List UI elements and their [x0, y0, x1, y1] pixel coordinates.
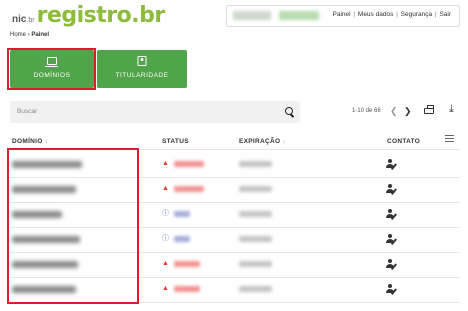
tab-titularidade-label: TITULARIDADE — [115, 72, 169, 79]
blurred-expiration-date — [239, 236, 272, 242]
column-header-contact: CONTATO — [387, 138, 421, 145]
blurred-status-text — [174, 186, 204, 192]
blurred-expiration-date — [239, 161, 272, 167]
logo-main: registro.br — [36, 3, 166, 28]
edit-contact-icon[interactable] — [386, 259, 398, 270]
top-header: nic .br registro.br Painel | Meus dados … — [0, 0, 468, 30]
highlight-box-domains — [7, 148, 139, 304]
nav-link-painel[interactable]: Painel — [333, 11, 351, 18]
highlight-box-tab — [7, 48, 96, 90]
warning-icon: ▲ — [162, 185, 169, 192]
print-icon[interactable] — [424, 105, 434, 114]
sort-arrow-icon: ↓ — [44, 138, 49, 145]
search-input[interactable]: Buscar — [10, 101, 300, 123]
registro-br-logo[interactable]: nic .br registro.br — [12, 3, 165, 28]
blurred-status-text — [174, 286, 200, 292]
blurred-status-text — [174, 161, 204, 167]
column-header-domain[interactable]: DOMÍNIO ↓ — [12, 138, 48, 145]
nav-link-seguranca[interactable]: Segurança — [401, 11, 432, 18]
pagination-range: 1-10 de 66 — [352, 108, 381, 114]
nav-link-meus-dados[interactable]: Meus dados — [358, 11, 393, 18]
tab-titularidade[interactable]: TITULARIDADE — [97, 50, 187, 88]
info-icon: ⓘ — [162, 210, 169, 217]
blurred-expiration-date — [239, 211, 272, 217]
breadcrumb-current: Painel — [31, 32, 50, 38]
blurred-status-text — [174, 211, 190, 217]
blurred-status-text — [174, 261, 200, 267]
blurred-expiration-date — [239, 261, 272, 267]
search-placeholder: Buscar — [17, 108, 38, 115]
column-header-status: STATUS — [162, 138, 189, 145]
chevron-right-icon[interactable]: ❯ — [404, 106, 412, 117]
blurred-status-text — [174, 236, 190, 242]
download-icon[interactable]: ⤓ — [449, 104, 454, 115]
info-icon: ⓘ — [162, 235, 169, 242]
breadcrumb: Home › Painel — [10, 32, 50, 38]
edit-contact-icon[interactable] — [386, 284, 398, 295]
id-badge-icon — [137, 56, 147, 66]
logo-tld: .br — [26, 17, 35, 24]
top-nav-links: Painel | Meus dados | Segurança | Sair — [332, 11, 452, 18]
sort-arrow-icon: ↓ — [282, 138, 286, 145]
blurred-account-info — [233, 11, 271, 20]
blurred-account-status — [279, 11, 319, 20]
edit-contact-icon[interactable] — [386, 209, 398, 220]
chevron-left-icon[interactable]: ❮ — [390, 106, 398, 117]
nav-link-sair[interactable]: Sair — [439, 11, 451, 18]
warning-icon: ▲ — [162, 285, 169, 292]
account-bar: Painel | Meus dados | Segurança | Sair — [226, 5, 460, 27]
edit-contact-icon[interactable] — [386, 184, 398, 195]
logo-prefix: nic — [12, 14, 27, 25]
column-menu-icon[interactable] — [445, 135, 454, 144]
blurred-expiration-date — [239, 186, 272, 192]
edit-contact-icon[interactable] — [386, 234, 398, 245]
column-header-expiration[interactable]: EXPIRAÇÃO ↓ — [239, 138, 286, 145]
warning-icon: ▲ — [162, 260, 169, 267]
edit-contact-icon[interactable] — [386, 159, 398, 170]
breadcrumb-home[interactable]: Home — [10, 32, 26, 38]
blurred-expiration-date — [239, 286, 272, 292]
search-icon[interactable] — [285, 107, 293, 115]
warning-icon: ▲ — [162, 160, 169, 167]
